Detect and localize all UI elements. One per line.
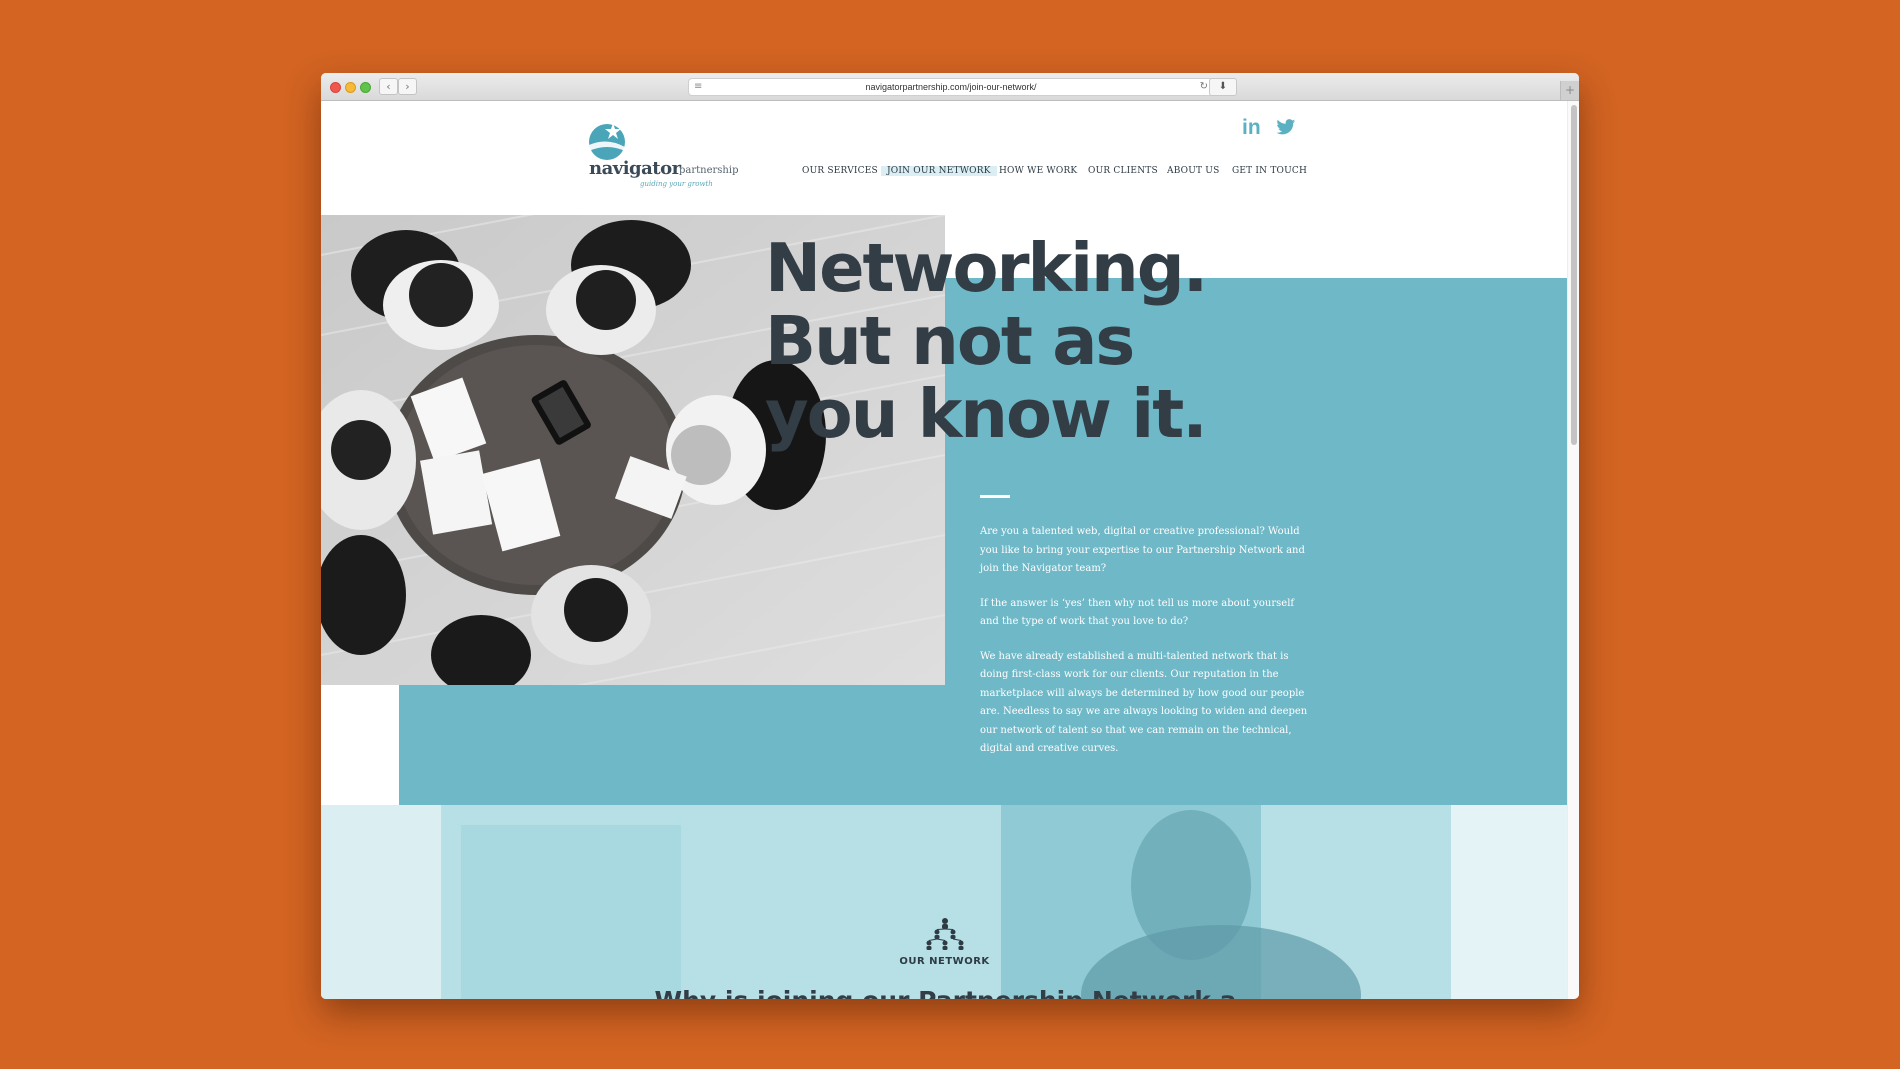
linkedin-icon[interactable]: in — [1242, 116, 1261, 140]
site-logo[interactable]: navigator partnership guiding your growt… — [587, 121, 747, 191]
hero-heading-line: Networking. — [765, 229, 1208, 307]
nav-our-services[interactable]: OUR SERVICES — [802, 166, 878, 176]
section-label: OUR NETWORK — [899, 956, 990, 967]
new-tab-button[interactable]: + — [1560, 81, 1579, 100]
close-window-button[interactable] — [330, 82, 341, 93]
logo-tagline: guiding your growth — [640, 180, 713, 188]
network-hierarchy-icon — [923, 917, 967, 957]
address-bar[interactable]: ≡ navigatorpartnership.com/join-our-netw… — [688, 78, 1214, 96]
nav-about-us[interactable]: ABOUT US — [1167, 166, 1219, 176]
compass-star-icon — [589, 123, 625, 160]
back-button[interactable]: ‹ — [379, 78, 398, 95]
hero-body: Are you a talented web, digital or creat… — [980, 523, 1310, 775]
zoom-window-button[interactable] — [360, 82, 371, 93]
hero-heading-line: you know it. — [765, 375, 1208, 453]
nav-join-our-network[interactable]: JOIN OUR NETWORK — [881, 166, 997, 176]
forward-button[interactable]: › — [398, 78, 417, 95]
logo-suffix: partnership — [679, 165, 739, 176]
hero-paragraph: We have already established a multi-tale… — [980, 650, 1308, 755]
network-section-background — [321, 805, 1568, 999]
hero-teal-strip — [399, 685, 945, 805]
scrollbar-thumb[interactable] — [1571, 105, 1577, 445]
nav-get-in-touch[interactable]: GET IN TOUCH — [1232, 166, 1307, 176]
divider-dash — [980, 495, 1010, 498]
url-text[interactable]: navigatorpartnership.com/join-our-networ… — [689, 79, 1213, 95]
logo-wordmark: navigator — [589, 158, 681, 179]
section-heading: Why is joining our Partnership Network a… — [617, 985, 1274, 999]
reload-icon[interactable]: ↻ — [1200, 79, 1208, 95]
minimize-window-button[interactable] — [345, 82, 356, 93]
downloads-button[interactable]: ⬇ — [1209, 78, 1237, 96]
browser-toolbar: ‹ › ≡ navigatorpartnership.com/join-our-… — [321, 73, 1579, 101]
hero-heading-line: But not as — [765, 302, 1135, 380]
hero-paragraph: Are you a talented web, digital or creat… — [980, 526, 1305, 574]
nav-our-clients[interactable]: OUR CLIENTS — [1088, 166, 1158, 176]
hero-paragraph: If the answer is ‘yes’ then why not tell… — [980, 597, 1295, 628]
hero-heading: Networking. But not as you know it. — [765, 229, 1208, 453]
browser-window: ‹ › ≡ navigatorpartnership.com/join-our-… — [321, 73, 1579, 999]
twitter-icon[interactable] — [1276, 119, 1296, 140]
nav-how-we-work[interactable]: HOW WE WORK — [999, 166, 1077, 176]
web-page: navigator partnership guiding your growt… — [321, 101, 1568, 999]
